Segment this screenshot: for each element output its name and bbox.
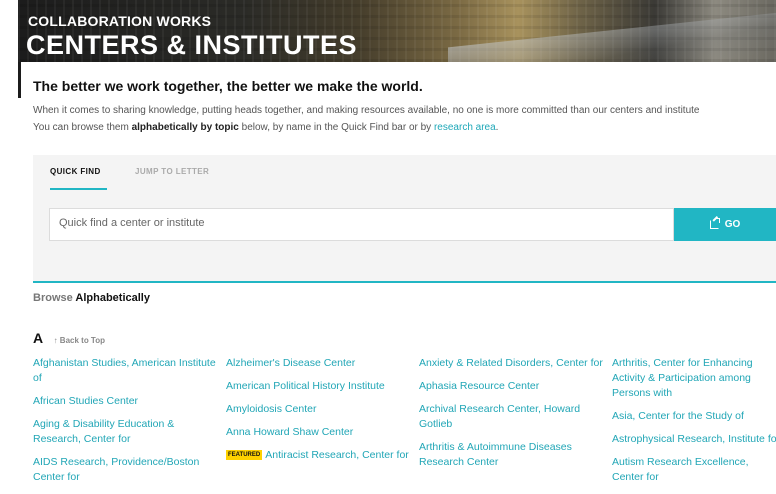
list-item[interactable]: African Studies Center <box>33 394 218 409</box>
page-title: CENTERS & INSTITUTES <box>26 30 358 60</box>
list-item[interactable]: Aphasia Resource Center <box>419 379 604 394</box>
intro-line-1: When it comes to sharing knowledge, putt… <box>33 105 700 116</box>
go-button-label: GO <box>724 219 741 230</box>
list-item-featured[interactable]: FEATURED Antiracist Research, Center for <box>226 448 411 463</box>
quick-find-panel: QUICK FIND JUMP TO LETTER GO <box>33 155 776 283</box>
external-link-icon <box>709 218 720 229</box>
intro-emphasis: alphabetically by topic <box>131 122 239 133</box>
search-box <box>49 208 674 241</box>
letter-a: A <box>33 330 44 346</box>
list-item[interactable]: Autism Research Excellence, Center for <box>612 455 776 485</box>
list-item[interactable]: Amyloidosis Center <box>226 402 411 417</box>
search-input[interactable] <box>59 217 659 229</box>
go-button[interactable]: GO <box>674 208 776 241</box>
tab-quick-find[interactable]: QUICK FIND <box>50 167 107 190</box>
back-to-top-link[interactable]: ↑ Back to Top <box>54 336 105 345</box>
list-item[interactable]: Aging & Disability Education & Research,… <box>33 417 218 447</box>
list-item[interactable]: Arthritis & Autoimmune Diseases Research… <box>419 440 604 470</box>
list-item[interactable]: Anxiety & Related Disorders, Center for <box>419 356 604 371</box>
intro-paragraph: When it comes to sharing knowledge, putt… <box>33 102 776 136</box>
list-item[interactable]: Archival Research Center, Howard Gotlieb <box>419 402 604 432</box>
list-item[interactable]: Alzheimer's Disease Center <box>226 356 411 371</box>
list-item[interactable]: AIDS Research, Providence/Boston Center … <box>33 455 218 485</box>
list-item[interactable]: Afghanistan Studies, American Institute … <box>33 356 218 386</box>
hero-kicker: COLLABORATION WORKS <box>28 13 212 29</box>
hero-banner: COLLABORATION WORKS CENTERS & INSTITUTES <box>18 0 776 62</box>
hero-edge-accent <box>18 62 21 98</box>
featured-badge: FEATURED <box>226 450 263 460</box>
research-area-link[interactable]: research area <box>434 122 496 133</box>
list-column-1: Afghanistan Studies, American Institute … <box>33 356 218 493</box>
tab-jump-to-letter[interactable]: JUMP TO LETTER <box>135 167 209 176</box>
list-item[interactable]: Arthritis, Center for Enhancing Activity… <box>612 356 776 401</box>
active-tab-indicator <box>50 188 107 190</box>
list-item[interactable]: American Political History Institute <box>226 379 411 394</box>
browse-heading: Browse Alphabetically <box>33 292 150 304</box>
tagline: The better we work together, the better … <box>33 78 423 94</box>
list-item[interactable]: Astrophysical Research, Institute for <box>612 432 776 447</box>
letter-heading: A ↑ Back to Top <box>33 330 105 348</box>
intro-line-2: You can browse them alphabetically by to… <box>33 122 499 133</box>
list-column-3: Anxiety & Related Disorders, Center for … <box>419 356 604 478</box>
list-column-4: Arthritis, Center for Enhancing Activity… <box>612 356 776 493</box>
list-item[interactable]: Anna Howard Shaw Center <box>226 425 411 440</box>
list-item[interactable]: Asia, Center for the Study of <box>612 409 776 424</box>
list-column-2: Alzheimer's Disease Center American Poli… <box>226 356 411 471</box>
